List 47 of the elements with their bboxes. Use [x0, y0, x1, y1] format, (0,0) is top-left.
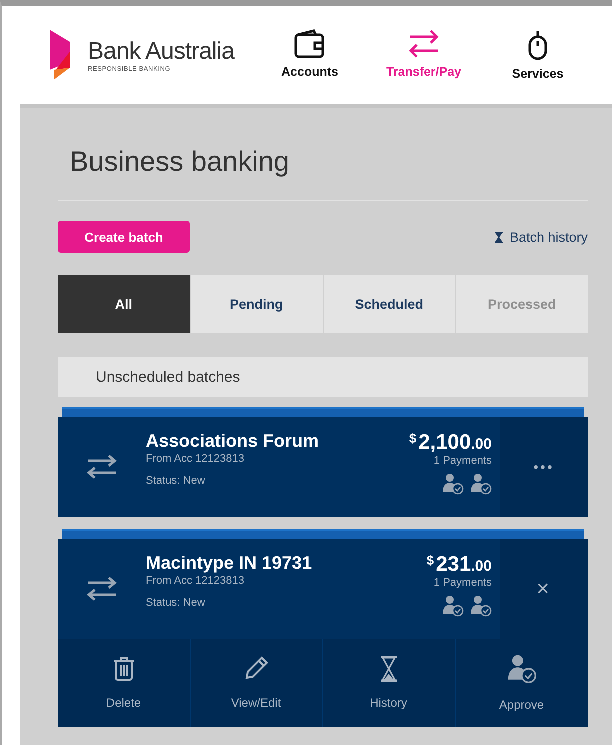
batch-account: From Acc 12123813 [146, 453, 246, 465]
action-button[interactable]: History [323, 639, 456, 727]
nav-tab[interactable]: Accounts [260, 28, 360, 82]
batch-name: Associations Forum [146, 431, 320, 452]
action-button[interactable]: Approve [456, 639, 588, 727]
more-button[interactable]: ••• [500, 417, 588, 517]
transfer-icon [86, 576, 118, 602]
mouse-icon [528, 29, 548, 61]
hourglass-icon [494, 232, 503, 242]
wallet-icon [294, 29, 326, 59]
person-check-icon [470, 473, 492, 495]
trash-icon [112, 656, 135, 682]
filter-tab[interactable]: Pending [190, 275, 322, 333]
batch-status: Status: New [146, 475, 206, 487]
batch-card[interactable]: Associations Forum From Acc 12123813 Status: New $2,100.00 1 Payments ••• [58, 417, 588, 517]
currency-symbol: $ [409, 431, 417, 446]
close-button[interactable]: × [500, 539, 588, 639]
batch-name: Macintype IN 19731 [146, 553, 314, 574]
person-check-icon [506, 654, 538, 684]
batch-amount: 2,100 [418, 431, 472, 455]
amount-cents: .00 [471, 558, 492, 575]
batch-history-link[interactable]: Batch history [494, 230, 588, 244]
create-batch-button[interactable]: Create batch [58, 221, 190, 253]
filter-tab[interactable]: All [58, 275, 190, 333]
person-check-icon [442, 595, 464, 617]
transfer-icon [86, 454, 118, 480]
brand-name: Bank Australia [88, 38, 234, 66]
transfer-icon [407, 29, 441, 59]
filter-tab[interactable]: Scheduled [324, 275, 456, 333]
amount-cents: .00 [471, 436, 492, 453]
pencil-icon [243, 656, 270, 682]
action-button[interactable]: View/Edit [190, 639, 323, 727]
batch-amount: 231 [436, 553, 472, 577]
person-check-icon [442, 473, 464, 495]
batch-status: Status: New [146, 597, 206, 609]
nav-tab[interactable]: Transfer/Pay [374, 28, 474, 82]
batch-card[interactable]: Macintype IN 19731 From Acc 12123813 Status: New $231.00 1 Payments × Delete View/Edit History Approve [58, 539, 588, 727]
person-check-icon [470, 595, 492, 617]
page-title: Business banking [58, 108, 588, 201]
hourglass-icon [378, 656, 399, 682]
payment-count: 1 Payments [434, 577, 492, 589]
action-button[interactable]: Delete [58, 639, 190, 727]
currency-symbol: $ [426, 553, 434, 568]
nav-tab[interactable]: Services [488, 28, 588, 82]
batch-account: From Acc 12123813 [146, 575, 246, 587]
section-heading: Unscheduled batches [58, 357, 588, 397]
payment-count: 1 Payments [434, 455, 492, 467]
